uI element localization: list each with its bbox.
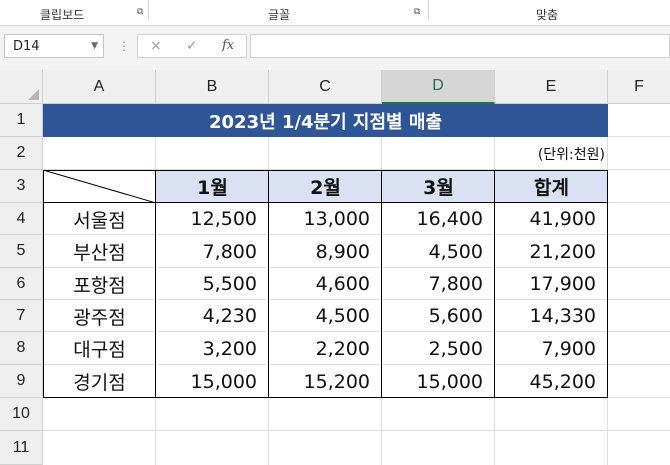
branch-label[interactable]: 광주점 (43, 300, 156, 332)
table-border (43, 202, 608, 203)
header-mar[interactable]: 3월 (382, 170, 495, 203)
table-border (607, 170, 608, 398)
chevron-down-icon[interactable]: ▼ (91, 41, 98, 51)
column-header-c[interactable]: C (269, 70, 382, 104)
row-header-1[interactable]: 1 (0, 104, 43, 137)
sales-cell[interactable]: 3,200 (156, 332, 269, 365)
formula-bar-resize-icon[interactable]: ⋮ (118, 39, 130, 53)
sales-cell[interactable]: 7,800 (382, 268, 495, 300)
ribbon-group-labels: 클립보드 ⧉ 글꼴 ⧉ 맞춤 (0, 0, 670, 26)
column-header-a[interactable]: A (43, 70, 156, 104)
font-dialog-launcher-icon[interactable]: ⧉ (414, 8, 423, 17)
row-header-8[interactable]: 8 (0, 332, 43, 365)
insert-function-button[interactable]: fx (222, 38, 234, 53)
row-header-2[interactable]: 2 (0, 137, 43, 170)
sales-cell[interactable]: 4,600 (269, 268, 382, 300)
header-total[interactable]: 합계 (495, 170, 608, 203)
total-cell[interactable]: 17,900 (495, 268, 608, 300)
column-header-d[interactable]: D (382, 70, 495, 104)
select-all-triangle-icon (28, 89, 39, 100)
table-border (43, 170, 608, 171)
column-header-f[interactable]: F (608, 70, 670, 104)
sales-cell[interactable]: 4,500 (269, 300, 382, 332)
name-box-value: D14 (13, 39, 40, 54)
row-header-6[interactable]: 6 (0, 268, 43, 300)
table-border (43, 397, 608, 398)
branch-label[interactable]: 경기점 (43, 365, 156, 398)
row-header-11[interactable]: 11 (0, 431, 43, 465)
table-border (381, 170, 382, 398)
header-feb[interactable]: 2월 (269, 170, 382, 203)
cancel-icon[interactable]: × (150, 38, 162, 54)
sales-cell[interactable]: 5,600 (382, 300, 495, 332)
sales-cell[interactable]: 4,230 (156, 300, 269, 332)
total-cell[interactable]: 41,900 (495, 203, 608, 235)
diagonal-header-cell[interactable] (43, 170, 156, 203)
row-header-4[interactable]: 4 (0, 203, 43, 235)
total-cell[interactable]: 45,200 (495, 365, 608, 398)
sales-cell[interactable]: 8,900 (269, 235, 382, 268)
name-box[interactable]: D14 ▼ (4, 34, 104, 58)
formula-input[interactable] (250, 34, 670, 58)
row-header-9[interactable]: 9 (0, 365, 43, 398)
group-divider (428, 0, 429, 20)
column-header-e[interactable]: E (495, 70, 608, 104)
sales-cell[interactable]: 12,500 (156, 203, 269, 235)
clipboard-group-label: 클립보드 (40, 8, 85, 22)
table-border (494, 170, 495, 398)
total-cell[interactable]: 14,330 (495, 300, 608, 332)
table-border (43, 170, 44, 398)
sales-cell[interactable]: 15,000 (156, 365, 269, 398)
enter-icon[interactable]: ✓ (186, 38, 198, 54)
gridline (43, 430, 670, 431)
sales-cell[interactable]: 13,000 (269, 203, 382, 235)
table-border (155, 170, 156, 398)
formula-buttons: × ✓ fx (137, 34, 247, 58)
column-header-b[interactable]: B (156, 70, 269, 104)
row-header-3[interactable]: 3 (0, 170, 43, 203)
table-border (268, 170, 269, 398)
sales-cell[interactable]: 2,200 (269, 332, 382, 365)
sales-cell[interactable]: 15,200 (269, 365, 382, 398)
unit-note[interactable]: (단위:천원) (495, 137, 608, 170)
sales-cell[interactable]: 15,000 (382, 365, 495, 398)
sales-cell[interactable]: 16,400 (382, 203, 495, 235)
font-group-label: 글꼴 (268, 8, 291, 22)
total-cell[interactable]: 21,200 (495, 235, 608, 268)
select-all-button[interactable] (0, 70, 43, 104)
sales-cell[interactable]: 4,500 (382, 235, 495, 268)
diagonal-line (43, 170, 156, 203)
formula-bar: D14 ▼ ⋮ × ✓ fx (0, 26, 670, 70)
row-header-5[interactable]: 5 (0, 235, 43, 268)
branch-label[interactable]: 대구점 (43, 332, 156, 365)
sales-cell[interactable]: 5,500 (156, 268, 269, 300)
row-header-7[interactable]: 7 (0, 300, 43, 332)
sales-cell[interactable]: 7,800 (156, 235, 269, 268)
header-jan[interactable]: 1월 (156, 170, 269, 203)
branch-label[interactable]: 서울점 (43, 203, 156, 235)
total-cell[interactable]: 7,900 (495, 332, 608, 365)
sales-cell[interactable]: 2,500 (382, 332, 495, 365)
branch-label[interactable]: 부산점 (43, 235, 156, 268)
group-divider (148, 0, 149, 20)
clipboard-dialog-launcher-icon[interactable]: ⧉ (137, 8, 146, 17)
report-title[interactable]: 2023년 1/4분기 지점별 매출 (43, 104, 608, 137)
alignment-group-label: 맞춤 (536, 8, 559, 22)
row-header-10[interactable]: 10 (0, 398, 43, 431)
branch-label[interactable]: 포항점 (43, 268, 156, 300)
